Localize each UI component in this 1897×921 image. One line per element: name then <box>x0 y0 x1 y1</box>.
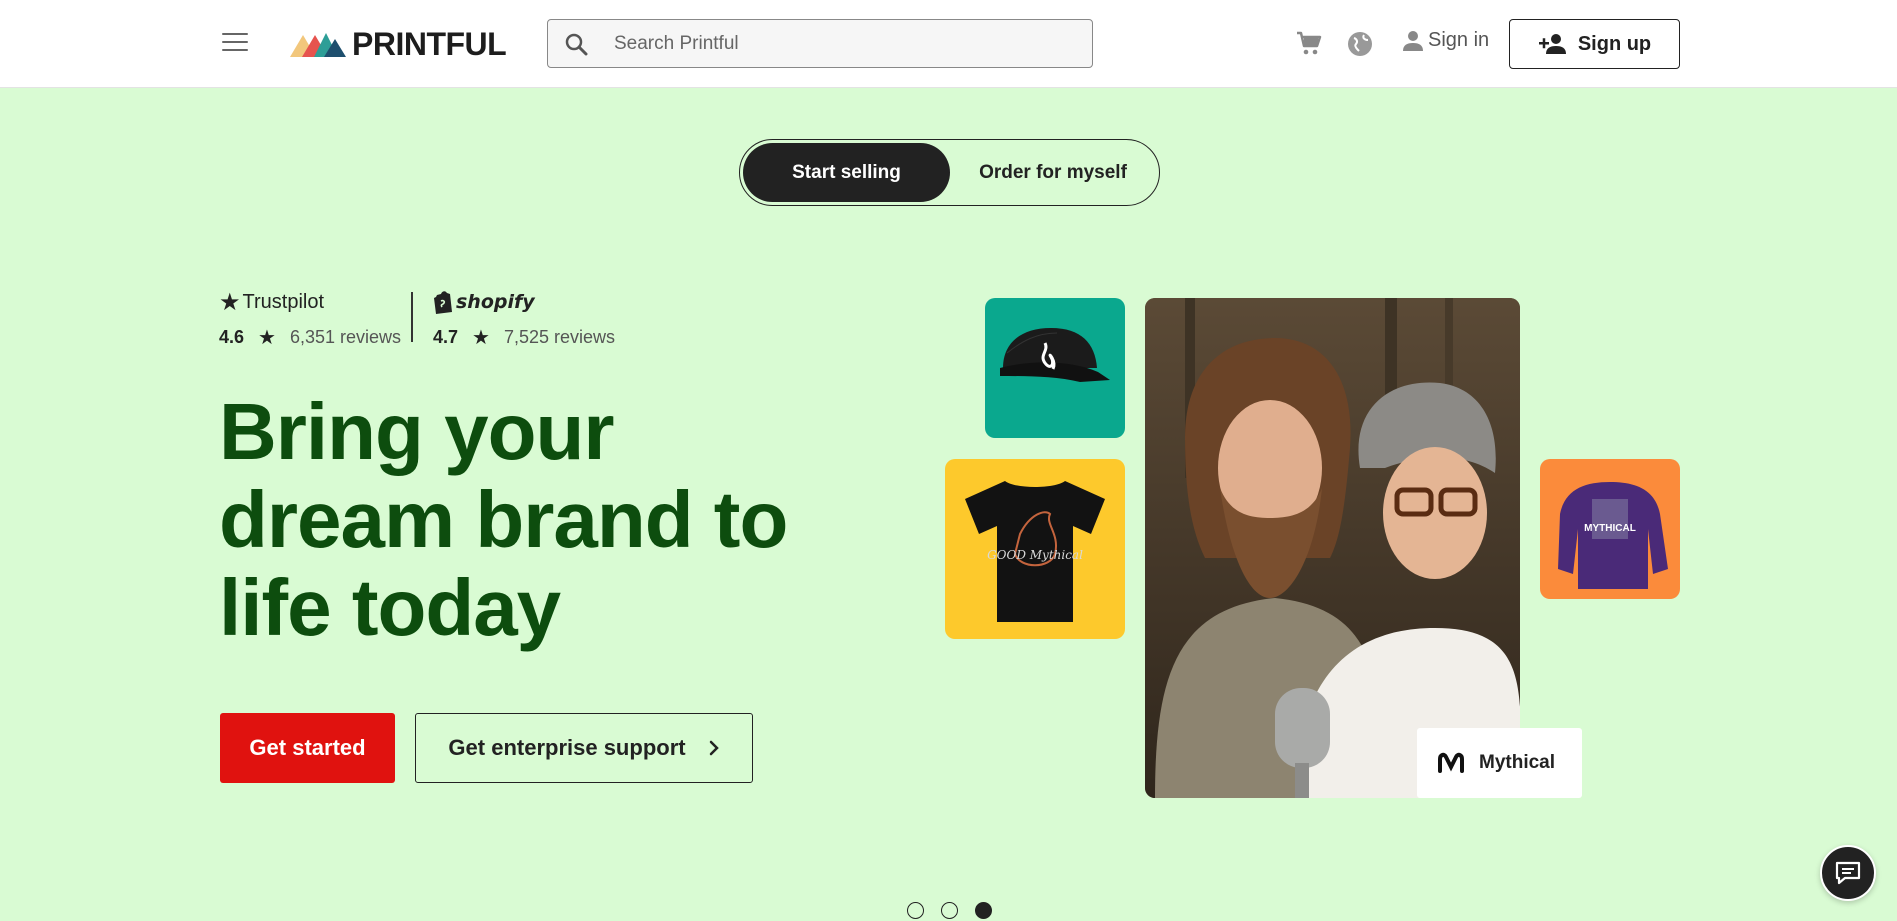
audience-toggle: Start selling Order for myself <box>739 139 1160 206</box>
chat-icon <box>1835 861 1861 885</box>
trustpilot-brand: ★ Trustpilot <box>219 287 401 317</box>
tshirt-product-image: GOOD Mythical <box>945 459 1125 639</box>
enterprise-support-button[interactable]: Get enterprise support <box>415 713 753 783</box>
hero-headline: Bring your dream brand to life today <box>219 388 839 652</box>
get-started-button[interactable]: Get started <box>220 713 395 783</box>
sign-up-label: Sign up <box>1577 32 1652 55</box>
star-icon: ★ <box>472 327 490 349</box>
logo-mark-icon <box>290 33 346 57</box>
trustpilot-rating[interactable]: ★ Trustpilot 4.6 ★ 6,351 reviews <box>219 287 401 350</box>
enterprise-support-label: Get enterprise support <box>448 735 686 760</box>
shopify-score: 4.7 ★ 7,525 reviews <box>433 325 615 350</box>
printful-logo[interactable]: PRINTFUL <box>290 25 507 62</box>
sign-up-button[interactable]: Sign up <box>1509 19 1680 69</box>
hat-product-image <box>985 298 1125 438</box>
carousel-dots <box>907 902 1009 919</box>
shopify-rating[interactable]: shopify 4.7 ★ 7,525 reviews <box>433 287 615 350</box>
logo-text: PRINTFUL <box>352 25 507 62</box>
shopify-bag-icon <box>434 291 452 314</box>
trustpilot-score: 4.6 ★ 6,351 reviews <box>219 325 401 350</box>
cart-icon[interactable] <box>1295 30 1323 63</box>
headline-line: dream brand to <box>219 475 788 564</box>
sign-in-link[interactable]: Sign in <box>1402 29 1489 52</box>
rating-value: 4.6 <box>219 327 245 347</box>
search-box[interactable] <box>547 19 1093 68</box>
site-header: PRINTFUL Sign in Sign up <box>0 0 1897 88</box>
search-input[interactable] <box>614 32 1074 55</box>
shopify-label: shopify <box>456 291 535 313</box>
headline-line: Bring your <box>219 387 614 476</box>
rating-value: 4.7 <box>433 327 459 347</box>
mythical-logo-icon <box>1438 752 1464 773</box>
menu-icon[interactable] <box>222 33 248 53</box>
headline-line: life today <box>219 563 561 652</box>
search-icon <box>564 32 608 56</box>
sign-in-label: Sign in <box>1428 29 1490 51</box>
carousel-dot-3[interactable] <box>975 902 992 919</box>
chat-button[interactable] <box>1820 845 1876 901</box>
review-count: 7,525 reviews <box>503 327 616 347</box>
hoodie-print-text: MYTHICAL <box>1584 523 1636 534</box>
user-icon <box>1403 30 1423 51</box>
star-icon: ★ <box>219 288 241 316</box>
carousel-dot-1[interactable] <box>907 902 924 919</box>
start-selling-tab[interactable]: Start selling <box>743 143 950 202</box>
hoodie-product-image: MYTHICAL <box>1540 459 1680 599</box>
tee-print-text: GOOD Mythical <box>987 548 1083 562</box>
globe-icon[interactable] <box>1346 30 1374 63</box>
chevron-right-icon <box>709 740 719 756</box>
mythical-brand-card[interactable]: Mythical <box>1417 728 1582 798</box>
brand-name: Mythical <box>1479 752 1556 773</box>
trustpilot-label: Trustpilot <box>242 290 325 313</box>
hosts-photo <box>1145 298 1520 798</box>
carousel-dot-2[interactable] <box>941 902 958 919</box>
review-count: 6,351 reviews <box>289 327 402 347</box>
add-user-icon <box>1538 34 1566 54</box>
order-for-myself-tab[interactable]: Order for myself <box>952 143 1154 202</box>
rating-divider <box>411 292 413 342</box>
star-icon: ★ <box>258 327 276 349</box>
shopify-brand: shopify <box>433 287 615 317</box>
